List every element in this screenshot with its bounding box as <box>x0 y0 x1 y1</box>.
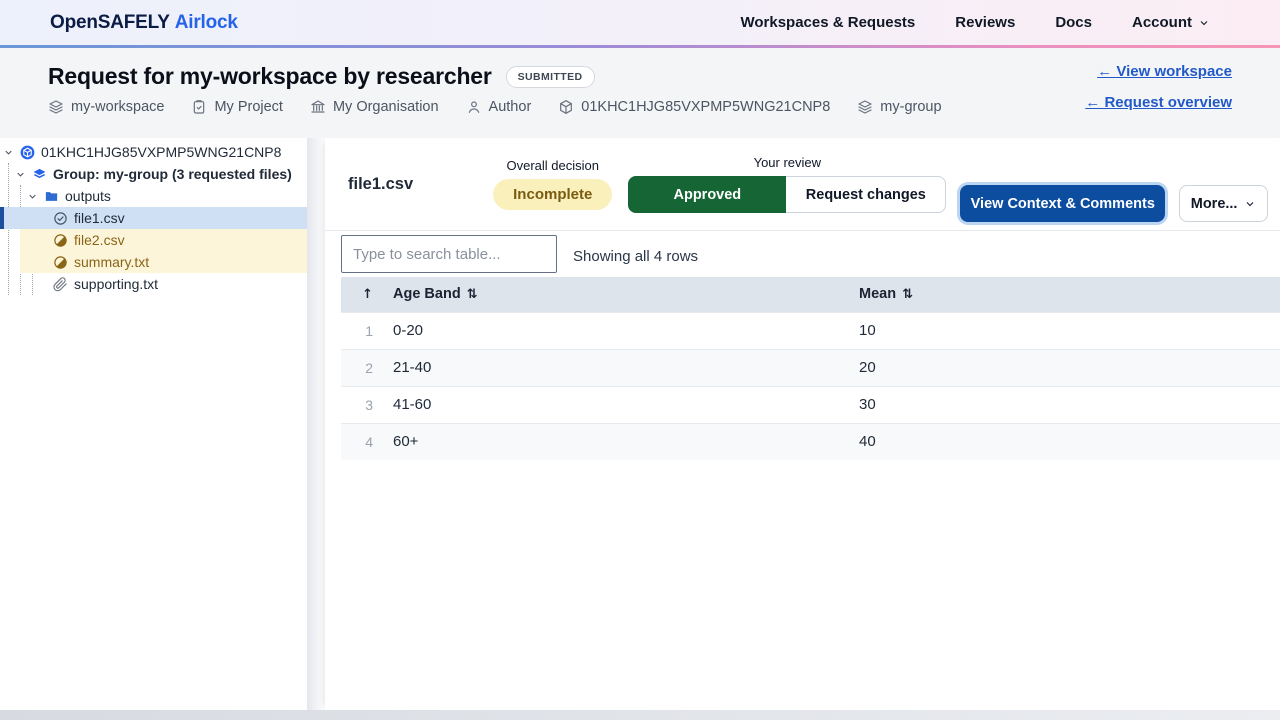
review-pending-icon <box>53 255 68 270</box>
chevron-down-icon <box>1244 198 1256 210</box>
top-navigation-bar: OpenSAFELYAirlock Workspaces & Requests … <box>0 0 1280 45</box>
meta-group: my-group <box>857 99 941 115</box>
row-count-status: Showing all 4 rows <box>573 248 698 265</box>
airlock-circle-icon <box>20 145 35 160</box>
brand-logo[interactable]: OpenSAFELYAirlock <box>50 12 238 34</box>
search-input[interactable] <box>341 235 557 273</box>
meta-author: Author <box>466 99 532 115</box>
clipboard-icon <box>191 99 207 115</box>
nav-reviews[interactable]: Reviews <box>955 14 1015 31</box>
tree-item-outputs-folder[interactable]: outputs <box>0 185 307 207</box>
data-table: ↑ Age Band⇅ Mean⇅ 1 0-20 10 2 21-40 20 <box>341 277 1280 460</box>
table-row: 2 21-40 20 <box>341 349 1280 386</box>
file-tree-sidebar: 01KHC1HJG85VXPMP5WNG21CNP8 Group: my-gro… <box>0 138 307 710</box>
paperclip-icon <box>53 277 68 292</box>
tree-item-request-root[interactable]: 01KHC1HJG85VXPMP5WNG21CNP8 <box>0 141 307 163</box>
file-tree: 01KHC1HJG85VXPMP5WNG21CNP8 Group: my-gro… <box>0 138 307 295</box>
brand-primary: OpenSAFELY <box>50 12 170 33</box>
your-review-block: Your review Approved Request changes <box>628 155 946 213</box>
mean-column-header[interactable]: Mean⇅ <box>849 277 1280 312</box>
meta-organisation: My Organisation <box>310 99 439 115</box>
overall-decision-label: Overall decision <box>506 158 599 173</box>
meta-workspace: my-workspace <box>48 99 164 115</box>
more-menu-button[interactable]: More... <box>1179 185 1268 222</box>
folder-icon <box>44 189 59 204</box>
layers-icon <box>32 167 47 182</box>
nav-account-menu[interactable]: Account <box>1132 14 1210 31</box>
layers-icon <box>48 99 64 115</box>
check-circle-icon <box>53 211 68 226</box>
review-pending-icon <box>53 233 68 248</box>
page: OpenSAFELYAirlock Workspaces & Requests … <box>0 0 1280 720</box>
cube-icon <box>558 99 574 115</box>
overall-decision-badge: Incomplete <box>493 179 612 210</box>
file-header: file1.csv Overall decision Incomplete Yo… <box>325 138 1280 231</box>
overall-decision-block: Overall decision Incomplete <box>493 158 612 210</box>
header-links: ← View workspace ← Request overview <box>1085 63 1232 111</box>
table-row: 3 41-60 30 <box>341 386 1280 423</box>
view-workspace-link[interactable]: ← View workspace <box>1097 63 1232 80</box>
nav-workspaces-requests[interactable]: Workspaces & Requests <box>740 14 915 31</box>
tree-item-file1[interactable]: file1.csv <box>0 207 307 229</box>
view-context-comments-button[interactable]: View Context & Comments <box>960 185 1165 222</box>
bank-icon <box>310 99 326 115</box>
age-band-column-header[interactable]: Age Band⇅ <box>383 277 849 312</box>
your-review-label: Your review <box>754 155 821 170</box>
table-row: 4 60+ 40 <box>341 423 1280 460</box>
status-badge: SUBMITTED <box>506 66 595 88</box>
chevron-down-icon[interactable] <box>3 147 14 158</box>
file-title: file1.csv <box>348 175 413 194</box>
meta-project: My Project <box>191 99 283 115</box>
chevron-down-icon <box>1198 17 1210 29</box>
sort-toggle-icon: ⇅ <box>902 287 913 302</box>
table-toolbar: Showing all 4 rows <box>325 231 1280 277</box>
request-changes-button[interactable]: Request changes <box>786 176 946 213</box>
topnav-links: Workspaces & Requests Reviews Docs Accou… <box>740 14 1210 31</box>
table-header-row: ↑ Age Band⇅ Mean⇅ <box>341 277 1280 312</box>
layers-icon <box>857 99 873 115</box>
tree-item-file2[interactable]: file2.csv <box>0 229 307 251</box>
sidebar-resize-handle[interactable] <box>307 138 325 710</box>
page-title: Request for my-workspace by researcher <box>48 63 492 90</box>
tree-item-group[interactable]: Group: my-group (3 requested files) <box>0 163 307 185</box>
data-table-wrap: ↑ Age Band⇅ Mean⇅ 1 0-20 10 2 21-40 20 <box>325 277 1280 460</box>
nav-docs[interactable]: Docs <box>1055 14 1092 31</box>
meta-request-id: 01KHC1HJG85VXPMP5WNG21CNP8 <box>558 99 830 115</box>
request-overview-link[interactable]: ← Request overview <box>1085 94 1232 111</box>
review-button-group: Approved Request changes <box>628 176 946 213</box>
sort-asc-icon: ↑ <box>362 287 373 302</box>
chevron-down-icon[interactable] <box>27 191 38 202</box>
file-detail-panel: file1.csv Overall decision Incomplete Yo… <box>325 138 1280 710</box>
chevron-down-icon[interactable] <box>15 169 26 180</box>
person-icon <box>466 99 482 115</box>
tree-item-summary[interactable]: summary.txt <box>0 251 307 273</box>
request-header: Request for my-workspace by researcher S… <box>0 48 1280 138</box>
row-number-column-header[interactable]: ↑ <box>341 277 383 312</box>
tree-item-supporting[interactable]: supporting.txt <box>0 273 307 295</box>
sort-toggle-icon: ⇅ <box>467 287 478 302</box>
table-row: 1 0-20 10 <box>341 312 1280 349</box>
approved-button[interactable]: Approved <box>628 176 786 213</box>
brand-secondary: Airlock <box>175 12 238 33</box>
